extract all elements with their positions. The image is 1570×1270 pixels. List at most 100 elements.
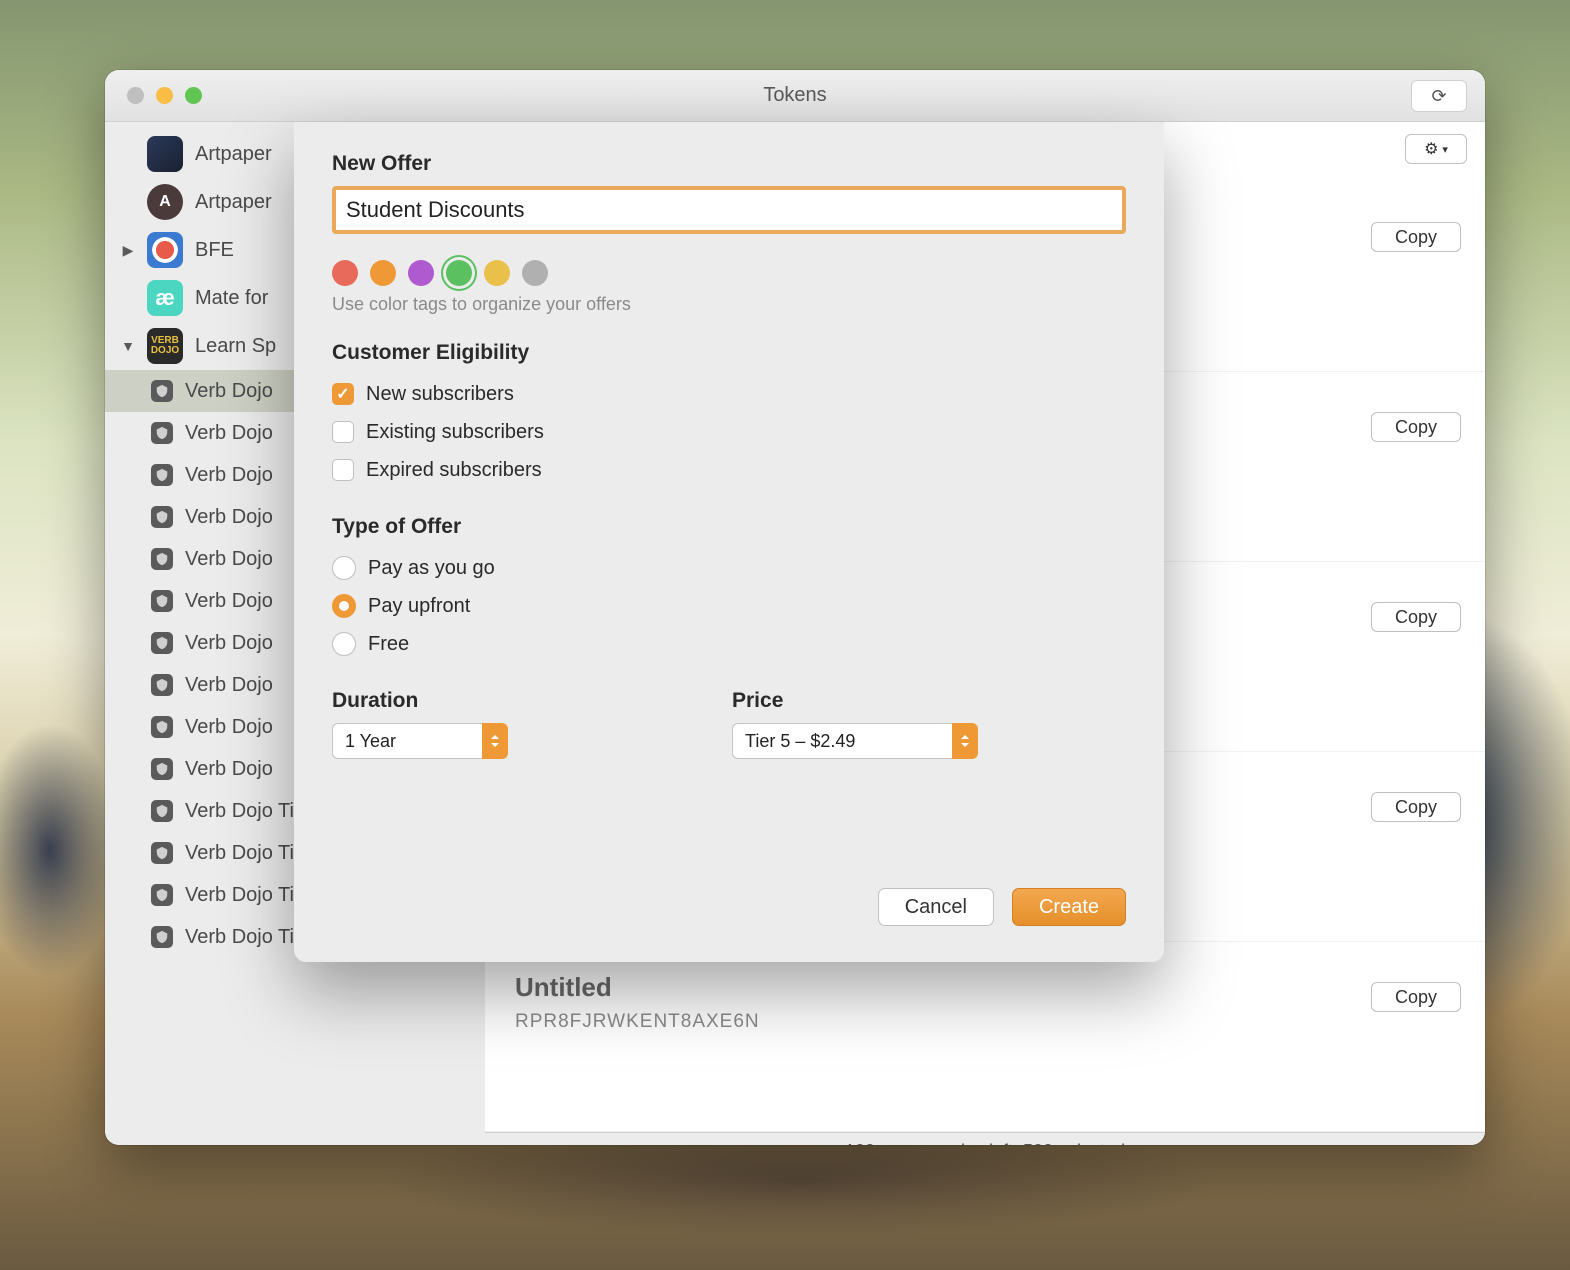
sidebar-item-label: Verb Dojo: [185, 590, 273, 613]
offer-type-heading: Type of Offer: [332, 515, 1126, 539]
disclosure-triangle-icon[interactable]: ▼: [121, 338, 135, 354]
offer-code: RPR8FJRWKENT8AXE6N: [515, 1011, 1455, 1033]
copy-button[interactable]: Copy: [1371, 982, 1461, 1012]
radio[interactable]: [332, 632, 356, 656]
sidebar-item-label: Verb Dojo: [185, 380, 273, 403]
price-select[interactable]: Tier 5 – $2.49: [732, 723, 1012, 759]
offer-item: Untitled RPR8FJRWKENT8AXE6N Copy: [485, 942, 1485, 1132]
checkbox[interactable]: [332, 459, 354, 481]
sidebar-item-label: Verb Dojo: [185, 716, 273, 739]
product-icon: [151, 632, 173, 654]
stepper-arrows-icon: [952, 723, 978, 759]
checkbox-label: Expired subscribers: [366, 459, 542, 482]
sidebar-item-label: Learn Sp: [195, 335, 276, 358]
color-tag[interactable]: [484, 260, 510, 286]
sidebar-item-label: Verb Dojo: [185, 464, 273, 487]
offer-type-option[interactable]: Pay upfront: [332, 587, 1126, 625]
radio-label: Free: [368, 633, 409, 656]
gear-icon: ⚙: [1424, 139, 1438, 159]
radio[interactable]: [332, 556, 356, 580]
create-button[interactable]: Create: [1012, 888, 1126, 926]
product-icon: [151, 926, 173, 948]
new-offer-sheet: New Offer Use color tags to organize you…: [294, 122, 1164, 962]
settings-menu-button[interactable]: ⚙ ▾: [1405, 134, 1467, 164]
color-tag[interactable]: [408, 260, 434, 286]
sidebar-item-label: Verb Dojo: [185, 422, 273, 445]
checkbox-label: New subscribers: [366, 383, 514, 406]
eligibility-heading: Customer Eligibility: [332, 341, 1126, 365]
status-bar: 100 promo codes left, 500 selected: [485, 1132, 1485, 1145]
sidebar-item-label: Verb Dojo: [185, 758, 273, 781]
copy-button[interactable]: Copy: [1371, 412, 1461, 442]
cancel-button[interactable]: Cancel: [878, 888, 994, 926]
color-tag[interactable]: [370, 260, 396, 286]
radio-label: Pay upfront: [368, 595, 470, 618]
duration-value: 1 Year: [332, 723, 482, 759]
color-tag[interactable]: [522, 260, 548, 286]
sidebar-item-label: Artpaper: [195, 143, 272, 166]
checkbox-label: Existing subscribers: [366, 421, 544, 444]
product-icon: [151, 548, 173, 570]
product-icon: [151, 506, 173, 528]
reload-button[interactable]: ⟳: [1411, 80, 1467, 112]
app-icon: VERBDOJO: [147, 328, 183, 364]
app-icon: [147, 136, 183, 172]
color-tag[interactable]: [332, 260, 358, 286]
app-icon: A: [147, 184, 183, 220]
copy-button[interactable]: Copy: [1371, 602, 1461, 632]
eligibility-option[interactable]: Existing subscribers: [332, 413, 1126, 451]
titlebar: Tokens ⟳: [105, 70, 1485, 122]
product-icon: [151, 716, 173, 738]
radio[interactable]: [332, 594, 356, 618]
app-window: Tokens ⟳ Artpaper A Artpaper ▶ BFE: [105, 70, 1485, 1145]
copy-button[interactable]: Copy: [1371, 792, 1461, 822]
offer-name-input[interactable]: [332, 186, 1126, 234]
sidebar-item-label: Verb Dojo: [185, 674, 273, 697]
duration-label: Duration: [332, 689, 532, 713]
status-text: 100 promo codes left, 500 selected: [845, 1141, 1125, 1145]
color-tag-row: [332, 260, 1126, 286]
sidebar-item-label: BFE: [195, 239, 234, 262]
app-icon: æ: [147, 280, 183, 316]
eligibility-option[interactable]: New subscribers: [332, 375, 1126, 413]
product-icon: [151, 422, 173, 444]
sidebar-item-label: Mate for: [195, 287, 268, 310]
price-label: Price: [732, 689, 1012, 713]
maximize-window-button[interactable]: [185, 87, 202, 104]
disclosure-triangle-icon[interactable]: ▶: [121, 242, 135, 259]
product-icon: [151, 380, 173, 402]
color-tag[interactable]: [446, 260, 472, 286]
product-icon: [151, 758, 173, 780]
offer-type-option[interactable]: Free: [332, 625, 1126, 663]
checkbox[interactable]: [332, 421, 354, 443]
offer-title: Untitled: [515, 972, 1455, 1003]
radio-label: Pay as you go: [368, 557, 495, 580]
reload-icon: ⟳: [1431, 86, 1446, 107]
sidebar-item-label: Artpaper: [195, 191, 272, 214]
product-icon: [151, 842, 173, 864]
product-icon: [151, 884, 173, 906]
offer-type-option[interactable]: Pay as you go: [332, 549, 1126, 587]
create-button-label: Create: [1039, 896, 1099, 919]
sidebar-item-label: Verb Dojo: [185, 632, 273, 655]
price-value: Tier 5 – $2.49: [732, 723, 952, 759]
duration-select[interactable]: 1 Year: [332, 723, 532, 759]
cancel-button-label: Cancel: [905, 896, 967, 919]
product-icon: [151, 800, 173, 822]
product-icon: [151, 590, 173, 612]
copy-button[interactable]: Copy: [1371, 222, 1461, 252]
product-icon: [151, 464, 173, 486]
color-hint: Use color tags to organize your offers: [332, 294, 1126, 315]
sidebar-item-label: Verb Dojo: [185, 548, 273, 571]
offer-name-label: New Offer: [332, 152, 1126, 176]
chevron-down-icon: ▾: [1442, 143, 1448, 156]
eligibility-option[interactable]: Expired subscribers: [332, 451, 1126, 489]
product-icon: [151, 674, 173, 696]
close-window-button[interactable]: [127, 87, 144, 104]
stepper-arrows-icon: [482, 723, 508, 759]
minimize-window-button[interactable]: [156, 87, 173, 104]
traffic-lights: [127, 87, 202, 104]
checkbox[interactable]: [332, 383, 354, 405]
window-title: Tokens: [105, 84, 1485, 107]
app-icon: [147, 232, 183, 268]
